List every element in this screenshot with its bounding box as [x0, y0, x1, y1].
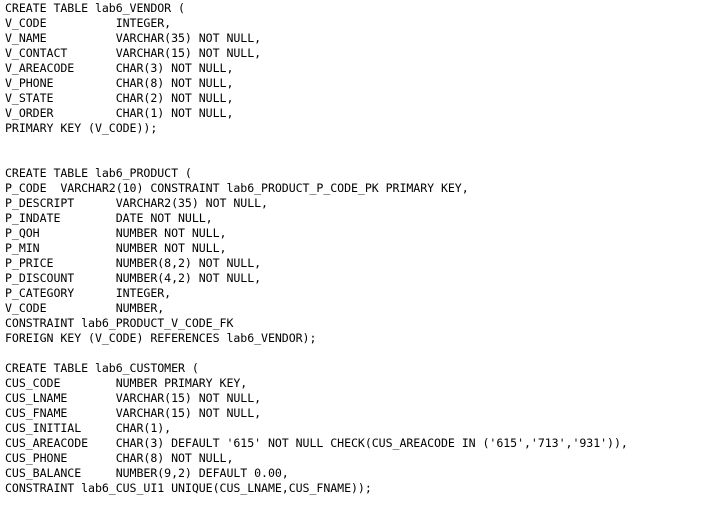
code-line: CREATE TABLE lab6_PRODUCT (	[5, 166, 192, 180]
code-line: FOREIGN KEY (V_CODE) REFERENCES lab6_VEN…	[5, 331, 317, 345]
code-line: V_PHONE CHAR(8) NOT NULL,	[5, 76, 234, 90]
code-line: P_PRICE NUMBER(8,2) NOT NULL,	[5, 256, 262, 270]
code-line: V_CODE NUMBER,	[5, 301, 165, 315]
code-line: CUS_PHONE CHAR(8) NOT NULL,	[5, 451, 234, 465]
code-line: P_CODE VARCHAR2(10) CONSTRAINT lab6_PROD…	[5, 181, 469, 195]
code-line: P_MIN NUMBER NOT NULL,	[5, 241, 227, 255]
code-line: CUS_INITIAL CHAR(1),	[5, 421, 172, 435]
code-line: CREATE TABLE lab6_VENDOR (	[5, 1, 185, 15]
code-line: CUS_BALANCE NUMBER(9,2) DEFAULT 0.00,	[5, 466, 289, 480]
code-line: V_ORDER CHAR(1) NOT NULL,	[5, 106, 234, 120]
code-line: CUS_LNAME VARCHAR(15) NOT NULL,	[5, 391, 262, 405]
code-line: CREATE TABLE lab6_CUSTOMER (	[5, 361, 199, 375]
code-line: CUS_CODE NUMBER PRIMARY KEY,	[5, 376, 248, 390]
code-line: V_STATE CHAR(2) NOT NULL,	[5, 91, 234, 105]
code-line: V_AREACODE CHAR(3) NOT NULL,	[5, 61, 234, 75]
code-line: P_CATEGORY INTEGER,	[5, 286, 172, 300]
code-line: CUS_FNAME VARCHAR(15) NOT NULL,	[5, 406, 262, 420]
code-line: P_DISCOUNT NUMBER(4,2) NOT NULL,	[5, 271, 262, 285]
code-line: P_INDATE DATE NOT NULL,	[5, 211, 213, 225]
code-line: P_DESCRIPT VARCHAR2(35) NOT NULL,	[5, 196, 268, 210]
code-line: P_QOH NUMBER NOT NULL,	[5, 226, 227, 240]
code-line: CONSTRAINT lab6_CUS_UI1 UNIQUE(CUS_LNAME…	[5, 481, 372, 495]
code-line: PRIMARY KEY (V_CODE));	[5, 121, 158, 135]
code-line: V_CONTACT VARCHAR(15) NOT NULL,	[5, 46, 262, 60]
code-line: CONSTRAINT lab6_PRODUCT_V_CODE_FK	[5, 316, 234, 330]
code-line: V_NAME VARCHAR(35) NOT NULL,	[5, 31, 262, 45]
code-line: V_CODE INTEGER,	[5, 16, 172, 30]
sql-script-text: CREATE TABLE lab6_VENDOR ( V_CODE INTEGE…	[5, 1, 628, 496]
code-line: CUS_AREACODE CHAR(3) DEFAULT '615' NOT N…	[5, 436, 628, 450]
